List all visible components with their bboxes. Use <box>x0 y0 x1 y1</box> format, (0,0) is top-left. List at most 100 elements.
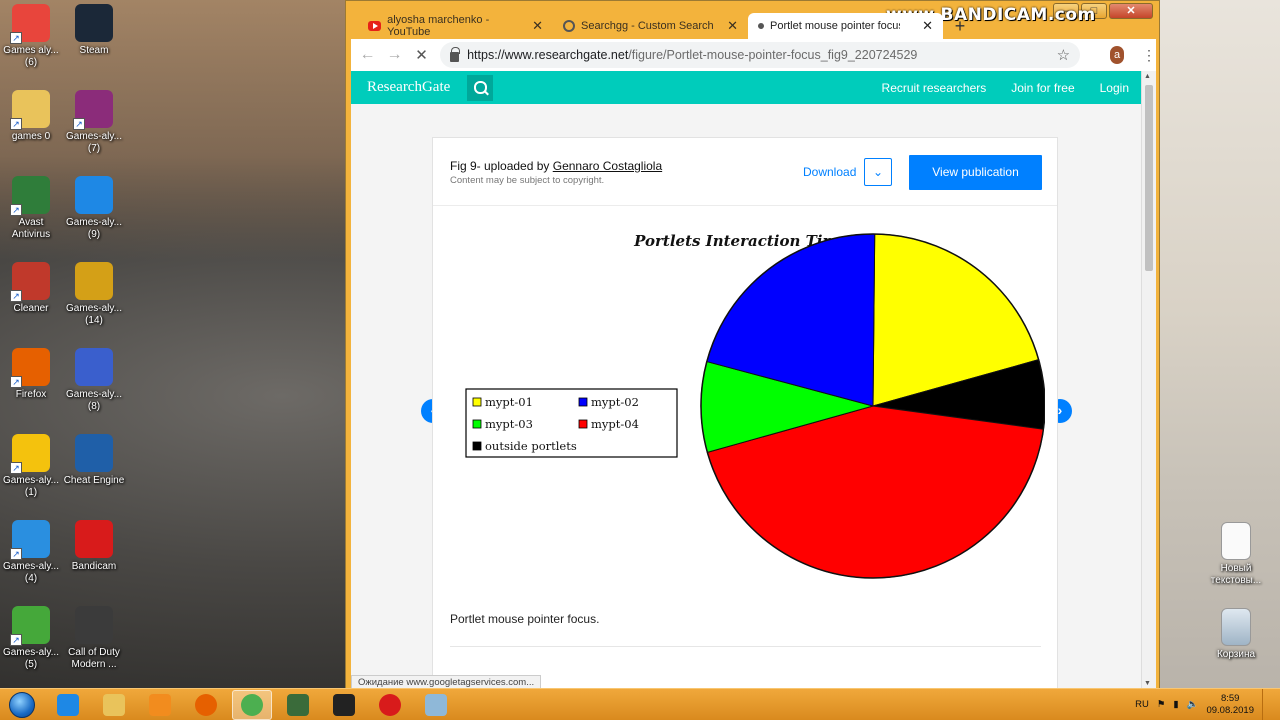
desktop-icon[interactable]: ↗ games 0 <box>0 90 62 143</box>
lock-icon <box>450 46 461 62</box>
desktop-icon[interactable]: ↗ Games-aly... (1) <box>0 434 62 499</box>
start-button[interactable] <box>4 689 40 720</box>
taskbar-item[interactable] <box>278 690 318 720</box>
taskbar-item[interactable] <box>370 690 410 720</box>
utorrent-icon: ↗ <box>10 606 50 646</box>
taskbar-item[interactable] <box>94 690 134 720</box>
nav-join-for-free[interactable]: Join for free <box>1011 81 1074 95</box>
url-path: /figure/Portlet-mouse-pointer-focus_fig9… <box>628 48 918 62</box>
scroll-up-icon[interactable]: ▲ <box>1144 73 1151 80</box>
taskbar-item[interactable] <box>416 690 456 720</box>
floppy-icon <box>75 348 113 386</box>
winrar-icon: ↗ <box>73 90 113 130</box>
taskbar-item[interactable] <box>48 690 88 720</box>
profile-avatar[interactable]: a <box>1110 46 1125 64</box>
desktop-icon[interactable]: Games-aly... (9) <box>63 176 125 241</box>
shortcut-arrow-icon: ↗ <box>10 32 22 44</box>
pie-slices <box>700 233 1045 579</box>
nfs-icon <box>333 694 355 716</box>
desktop-icon[interactable]: ↗ Cleaner <box>0 262 62 315</box>
back-icon[interactable]: ← <box>359 46 376 64</box>
chrome-icon <box>241 694 263 716</box>
nav-login[interactable]: Login <box>1100 81 1129 95</box>
recycle-bin-icon <box>1221 608 1251 646</box>
desktop-icon[interactable]: ↗ Games aly... (6) <box>0 4 62 69</box>
tray-flag-icon[interactable]: ⚑ <box>1157 699 1166 710</box>
desktop-icon[interactable]: ↗ Games-aly... (4) <box>0 520 62 585</box>
text-file-icon <box>1221 522 1251 560</box>
desktop-icon-label: Steam <box>79 45 109 56</box>
address-bar[interactable]: https://www.researchgate.net/figure/Port… <box>440 42 1081 68</box>
star-icon: ↗ <box>10 434 50 474</box>
desktop-icon-label: Call of Duty Modern ... <box>68 647 120 670</box>
site-logo[interactable]: ResearchGate <box>367 79 450 96</box>
desktop-icon[interactable]: ↗ Games-aly... (7) <box>63 90 125 155</box>
vertical-scrollbar[interactable]: ▲ ▼ <box>1141 71 1156 689</box>
desktop-icon[interactable]: ↗ Avast Antivirus <box>0 176 62 241</box>
desktop-icon-label: Games-aly... (1) <box>3 475 59 498</box>
download-link[interactable]: Download <box>803 165 856 179</box>
desktop-icon[interactable]: ↗ Firefox <box>0 348 62 401</box>
desktop-icon[interactable]: ↗ Games-aly... (5) <box>0 606 62 671</box>
avast-icon: ↗ <box>10 176 50 216</box>
legend-label: mypt-04 <box>591 417 639 431</box>
menu-icon[interactable]: ⋮ <box>1142 47 1156 64</box>
view-publication-button[interactable]: View publication <box>909 155 1042 190</box>
desktop-icon-label: Games-aly... (7) <box>66 131 122 154</box>
desktop-icon[interactable]: Steam <box>63 4 125 57</box>
globe-icon <box>563 20 575 32</box>
taskbar-item[interactable] <box>186 690 226 720</box>
chrome-icon: ↗ <box>10 4 50 44</box>
search-icon[interactable] <box>467 75 493 101</box>
terminal-icon <box>287 694 309 716</box>
tab-researchgate[interactable]: Portlet mouse pointer focus. | Do ✕ <box>748 13 943 39</box>
tab-youtube[interactable]: alyosha marchenko - YouTube ✕ <box>358 13 553 39</box>
ie-icon <box>75 176 113 214</box>
bookmark-star-icon[interactable]: ☆ <box>1057 46 1070 64</box>
download-dropdown-button[interactable]: ⌄ <box>864 158 892 186</box>
language-indicator[interactable]: RU <box>1135 699 1149 710</box>
volume-icon[interactable]: 🔈 <box>1187 699 1199 710</box>
site-nav: Recruit researchers Join for free Login <box>882 81 1129 95</box>
windows-logo-icon <box>9 692 35 718</box>
steam-icon <box>75 4 113 42</box>
desktop-icon-label: Cleaner <box>13 303 49 314</box>
nav-recruit-researchers[interactable]: Recruit researchers <box>882 81 987 95</box>
forward-icon[interactable]: → <box>386 46 403 64</box>
desktop-icon-label: Games-aly... (14) <box>66 303 122 326</box>
desktop-icon[interactable]: Games-aly... (14) <box>63 262 125 327</box>
fig-prefix: Fig 9- uploaded by <box>450 159 553 173</box>
clock[interactable]: 8:59 09.08.2019 <box>1206 693 1254 717</box>
legend-swatch <box>578 419 588 429</box>
desktop-icon[interactable]: Call of Duty Modern ... <box>63 606 125 671</box>
stop-loading-icon[interactable]: ✕ <box>413 46 430 64</box>
taskbar-item[interactable] <box>140 690 180 720</box>
desktop-icon[interactable]: Новый текстовы... <box>1205 522 1267 587</box>
taskbar-item[interactable] <box>232 690 272 720</box>
legend-label: mypt-02 <box>591 395 639 409</box>
tab-title: Portlet mouse pointer focus. | Do <box>770 20 900 32</box>
network-icon[interactable]: ▮ <box>1173 699 1178 710</box>
desktop-icon[interactable]: Корзина <box>1205 608 1267 661</box>
close-window-button[interactable]: ✕ <box>1109 3 1153 19</box>
archive-icon <box>75 262 113 300</box>
close-tab-icon[interactable]: ✕ <box>532 18 543 34</box>
firefox-icon: ↗ <box>10 348 50 388</box>
close-tab-icon[interactable]: ✕ <box>922 18 933 34</box>
show-desktop-button[interactable] <box>1262 689 1272 720</box>
scroll-down-icon[interactable]: ▼ <box>1144 680 1151 687</box>
desktop-icon[interactable]: Cheat Engine <box>63 434 125 487</box>
clock-date: 09.08.2019 <box>1206 704 1254 716</box>
cheat-engine-icon <box>75 434 113 472</box>
tab-search[interactable]: Searchgg - Custom Search ✕ <box>553 13 748 39</box>
author-link[interactable]: Gennaro Costagliola <box>553 159 662 173</box>
desktop-icon[interactable]: Bandicam <box>63 520 125 573</box>
legend-swatch <box>472 397 482 407</box>
taskbar-item[interactable] <box>324 690 364 720</box>
url-host: https://www.researchgate.net <box>467 48 629 62</box>
scroll-thumb[interactable] <box>1145 85 1153 271</box>
close-tab-icon[interactable]: ✕ <box>727 18 738 34</box>
new-tab-button[interactable]: + <box>949 15 971 37</box>
desktop-icon[interactable]: Games-aly... (8) <box>63 348 125 413</box>
ie-icon <box>57 694 79 716</box>
